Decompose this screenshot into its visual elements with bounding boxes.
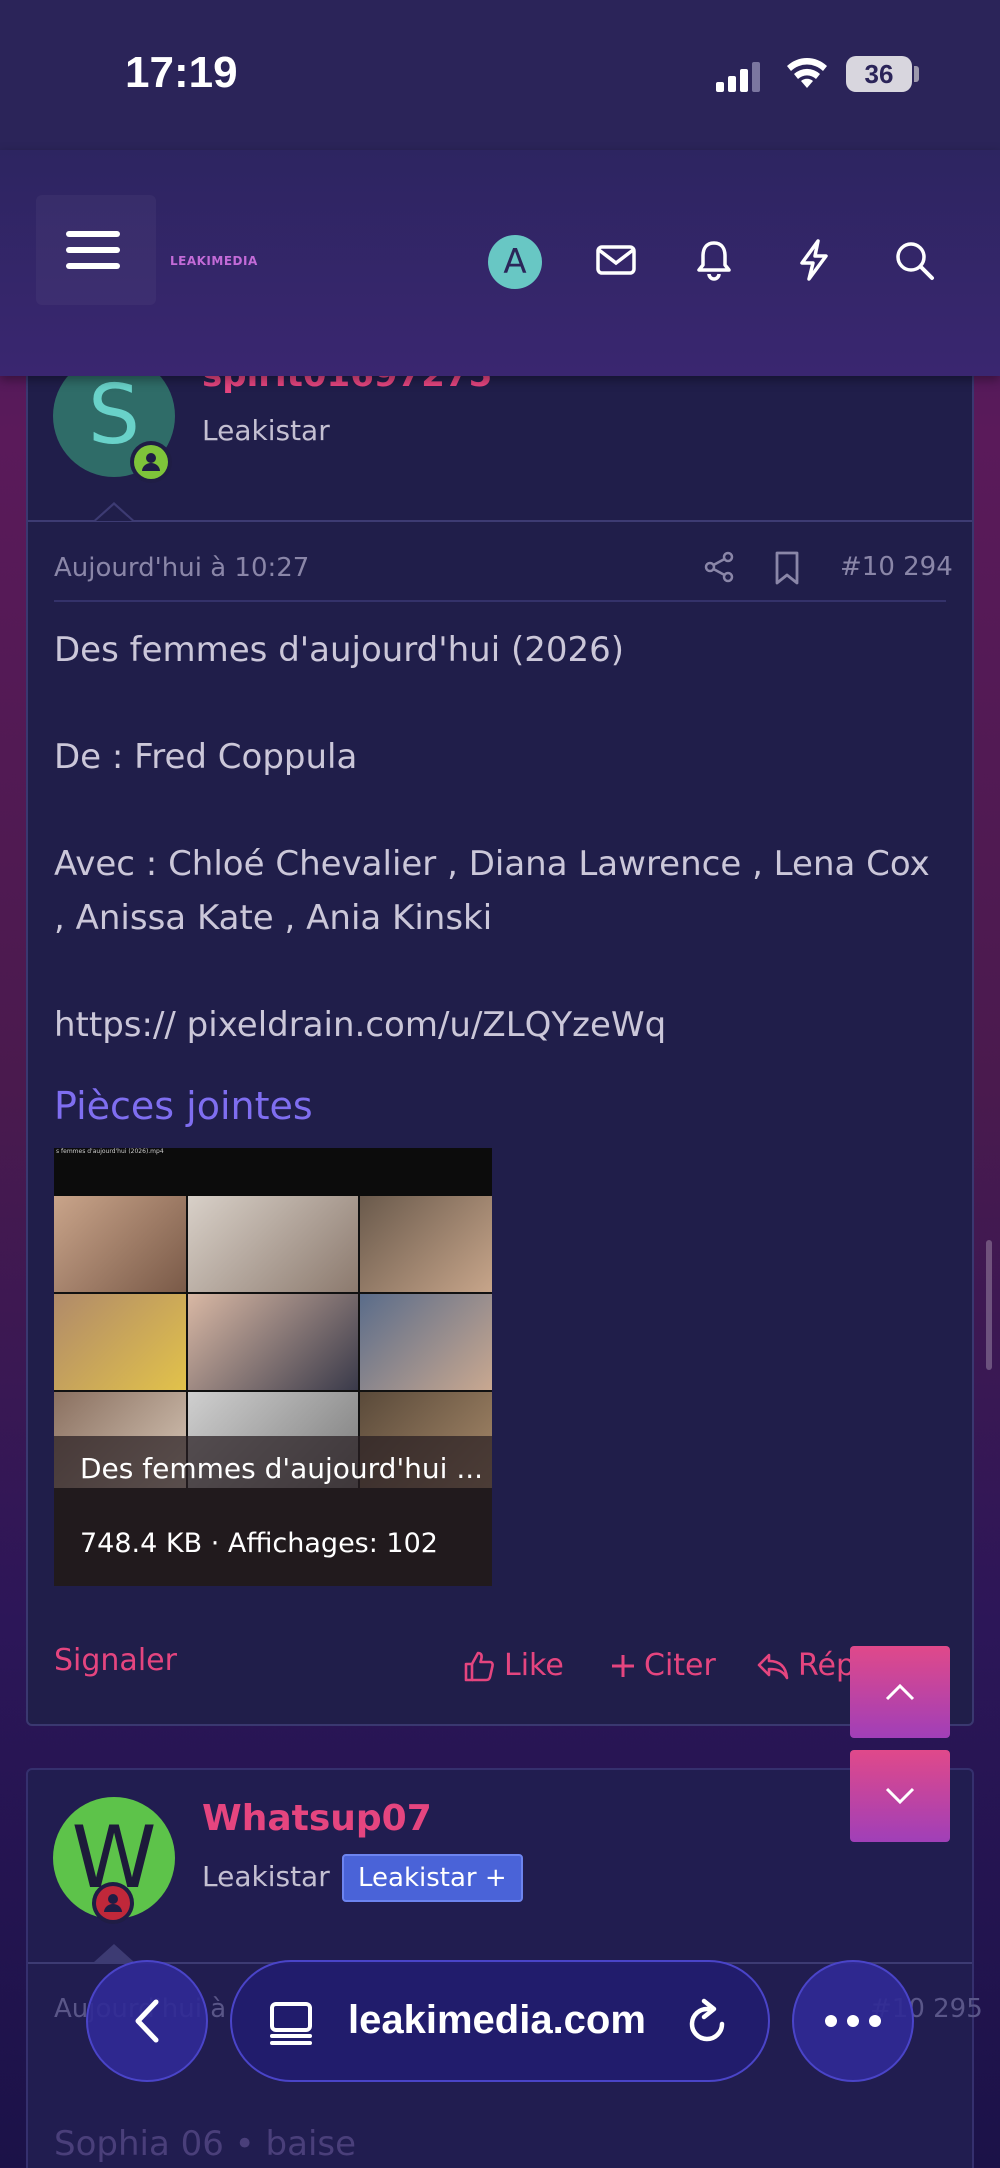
site-logo[interactable]: LEAKIMEDIA — [170, 254, 258, 268]
online-status-icon — [130, 441, 172, 483]
more-dots-icon — [825, 2015, 881, 2027]
user-badge: Leakistar + — [342, 1854, 523, 1902]
reload-icon[interactable] — [684, 1998, 732, 2048]
chevron-down-icon — [885, 1787, 915, 1805]
post-body-title: Sophia 06 • baise — [54, 2124, 357, 2164]
scroll-up-button[interactable] — [850, 1646, 950, 1738]
wifi-icon — [787, 58, 827, 88]
attachment-name: Des femmes d'aujourd'hui ... — [80, 1452, 484, 1485]
tabs-icon[interactable] — [268, 2000, 314, 2046]
account-avatar[interactable]: A — [488, 235, 542, 289]
search-icon[interactable] — [892, 238, 936, 282]
post-body-cast-cont: , Anissa Kate , Ania Kinski — [54, 898, 493, 938]
attachment-thumbnail[interactable]: s femmes d'aujourd'hui (2026).mp4 Des fe… — [54, 1148, 492, 1586]
user-role: Leakistar — [202, 414, 330, 447]
scroll-down-button[interactable] — [850, 1750, 950, 1842]
bolt-icon[interactable] — [792, 238, 836, 282]
divider — [28, 520, 972, 522]
post-body-title: Des femmes d'aujourd'hui (2026) — [54, 630, 625, 670]
battery-indicator: 36 — [846, 56, 912, 92]
quote-label: Citer — [644, 1648, 716, 1683]
back-button[interactable] — [86, 1960, 208, 2082]
divider-notch — [94, 1944, 134, 1962]
post-username[interactable]: Whatsup07 — [202, 1798, 432, 1839]
url-text[interactable]: leakimedia.com — [348, 1998, 646, 2043]
reply-icon — [757, 1653, 789, 1679]
mail-icon[interactable] — [594, 238, 638, 282]
status-bar: 17:19 36 — [0, 0, 1000, 150]
thumbs-up-icon — [464, 1651, 494, 1681]
post-number[interactable]: #10 294 — [840, 552, 953, 582]
cellular-signal-icon — [716, 62, 760, 92]
post-body-link: https:// pixeldrain.com/u/ZLQYzeWq — [54, 1005, 667, 1045]
bell-icon[interactable] — [692, 238, 736, 282]
thumbnail-header: s femmes d'aujourd'hui (2026).mp4 — [54, 1148, 492, 1196]
battery-tip — [914, 66, 919, 82]
user-role: Leakistar — [202, 1860, 330, 1893]
reply-button[interactable]: Rép — [756, 1648, 855, 1683]
reply-label: Rép — [798, 1648, 855, 1683]
quote-button[interactable]: Citer — [610, 1648, 716, 1683]
like-button[interactable]: Like — [462, 1648, 564, 1683]
bookmark-icon[interactable] — [772, 550, 802, 586]
status-time: 17:19 — [125, 48, 238, 97]
share-icon[interactable] — [702, 550, 736, 584]
chevron-up-icon — [885, 1683, 915, 1701]
report-button[interactable]: Signaler — [54, 1643, 177, 1678]
like-label: Like — [504, 1648, 564, 1683]
post-body-cast: Avec : Chloé Chevalier , Diana Lawrence … — [54, 844, 930, 884]
divider — [54, 600, 946, 602]
url-bar[interactable]: leakimedia.com — [230, 1960, 770, 2082]
post-body-director: De : Fred Coppula — [54, 737, 358, 777]
plus-icon — [612, 1654, 634, 1677]
page-scrollbar[interactable] — [986, 1240, 992, 1370]
offline-status-icon — [92, 1882, 134, 1924]
attachments-title: Pièces jointes — [54, 1084, 313, 1128]
chevron-left-icon — [135, 1999, 159, 2043]
more-button[interactable] — [792, 1960, 914, 2082]
attachment-meta: 748.4 KB · Affichages: 102 — [80, 1528, 438, 1559]
divider-notch-inner — [96, 505, 132, 521]
site-header: LEAKIMEDIA A — [0, 150, 1000, 376]
post-date[interactable]: Aujourd'hui à 10:27 — [54, 553, 309, 583]
menu-button[interactable] — [36, 195, 156, 305]
